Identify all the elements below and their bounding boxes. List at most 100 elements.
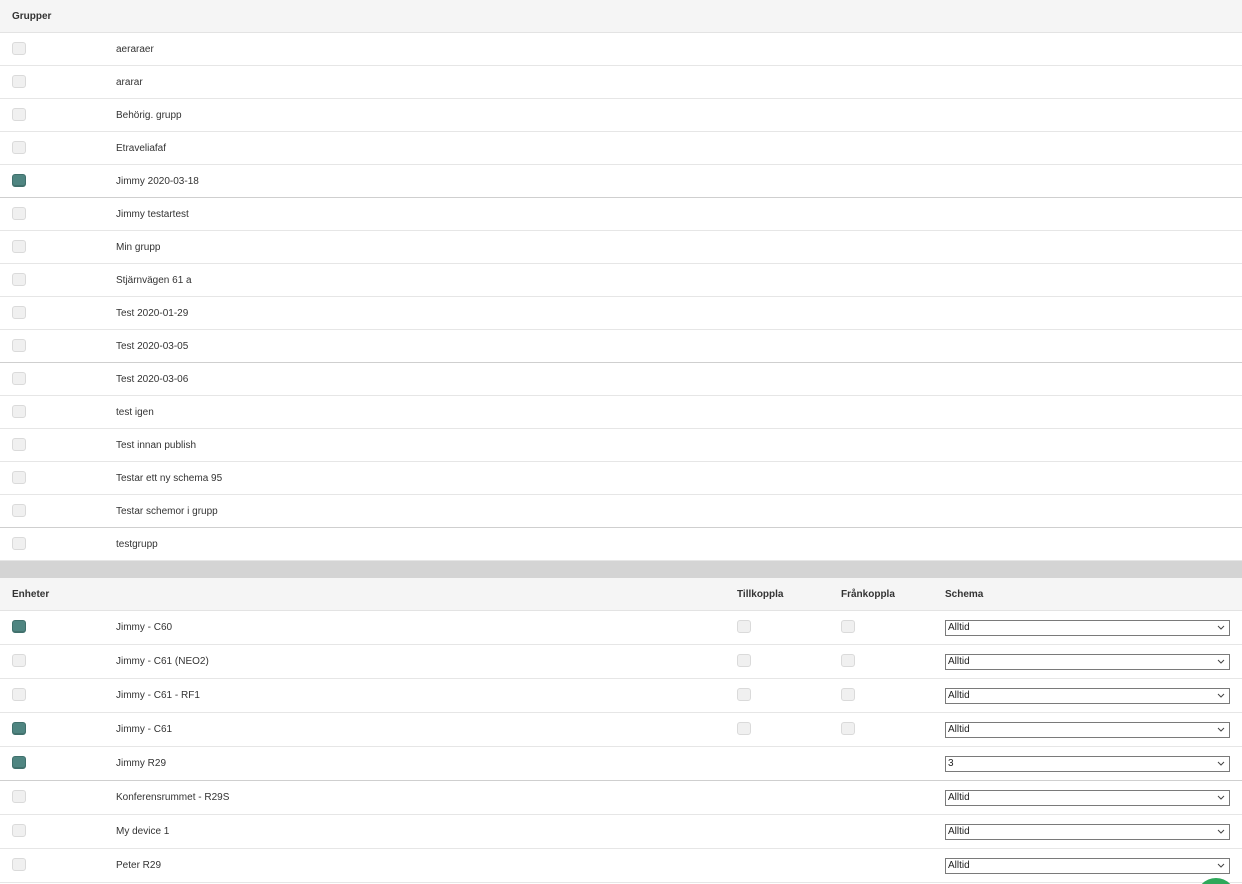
tillkoppla-checkbox[interactable] bbox=[737, 620, 751, 633]
device-row: Jimmy - C61 Alltid bbox=[0, 713, 1242, 747]
group-row: Behörig. grupp bbox=[0, 99, 1242, 132]
schema-select[interactable]: Alltid bbox=[945, 824, 1230, 840]
group-name: testgrupp bbox=[116, 539, 158, 550]
chevron-down-icon bbox=[1217, 761, 1225, 766]
group-checkbox[interactable] bbox=[12, 471, 26, 484]
schema-select[interactable]: Alltid bbox=[945, 858, 1230, 874]
devices-header: Enheter Tillkoppla Frånkoppla Schema bbox=[0, 578, 1242, 611]
schema-select[interactable]: Alltid bbox=[945, 722, 1230, 738]
device-row: Jimmy - C60 Alltid bbox=[0, 611, 1242, 645]
group-checkbox[interactable] bbox=[12, 108, 26, 121]
device-row: Jimmy - C61 - RF1 Alltid bbox=[0, 679, 1242, 713]
group-checkbox[interactable] bbox=[12, 405, 26, 418]
device-name: Jimmy - C60 bbox=[116, 622, 173, 633]
chevron-down-icon bbox=[1217, 795, 1225, 800]
device-row: Konferensrummet - R29S Alltid bbox=[0, 781, 1242, 815]
device-checkbox[interactable] bbox=[12, 756, 26, 769]
group-checkbox[interactable] bbox=[12, 75, 26, 88]
group-checkbox[interactable] bbox=[12, 207, 26, 220]
device-name: Jimmy - C61 bbox=[116, 724, 173, 735]
group-name: Test 2020-03-06 bbox=[116, 374, 189, 385]
device-name: Jimmy - C61 (NEO2) bbox=[116, 656, 209, 667]
frankoppla-checkbox[interactable] bbox=[841, 654, 855, 667]
group-row: Jimmy 2020-03-18 bbox=[0, 165, 1242, 198]
group-name: Test 2020-01-29 bbox=[116, 308, 189, 319]
group-checkbox[interactable] bbox=[12, 273, 26, 286]
device-checkbox[interactable] bbox=[12, 620, 26, 633]
group-row: Etraveliafaf bbox=[0, 132, 1242, 165]
group-name: Jimmy testartest bbox=[116, 209, 189, 220]
schema-value: Alltid bbox=[948, 860, 970, 871]
group-row: ararar bbox=[0, 66, 1242, 99]
device-row: My device 1 Alltid bbox=[0, 815, 1242, 849]
frankoppla-checkbox[interactable] bbox=[841, 722, 855, 735]
device-name: My device 1 bbox=[116, 826, 170, 837]
tillkoppla-checkbox[interactable] bbox=[737, 722, 751, 735]
group-name: Stjärnvägen 61 a bbox=[116, 275, 192, 286]
page: Grupper aeraraer ararar Behörig. grupp E… bbox=[0, 0, 1242, 884]
device-row: Jimmy R29 3 bbox=[0, 747, 1242, 781]
groups-header: Grupper bbox=[0, 0, 1242, 33]
group-row: aeraraer bbox=[0, 33, 1242, 66]
devices-header-label: Enheter bbox=[12, 589, 50, 600]
group-name: Etraveliafaf bbox=[116, 143, 167, 154]
group-row: Min grupp bbox=[0, 231, 1242, 264]
group-name: ararar bbox=[116, 77, 143, 88]
schema-select[interactable]: Alltid bbox=[945, 790, 1230, 806]
tillkoppla-checkbox[interactable] bbox=[737, 654, 751, 667]
group-row: Test 2020-01-29 bbox=[0, 297, 1242, 330]
schema-select[interactable]: Alltid bbox=[945, 688, 1230, 704]
chevron-down-icon bbox=[1217, 727, 1225, 732]
group-row: Testar ett ny schema 95 bbox=[0, 462, 1242, 495]
frankoppla-header: Frånkoppla bbox=[841, 589, 895, 600]
section-divider bbox=[0, 561, 1242, 578]
device-name: Jimmy - C61 - RF1 bbox=[116, 690, 200, 701]
group-checkbox[interactable] bbox=[12, 42, 26, 55]
device-checkbox[interactable] bbox=[12, 858, 26, 871]
group-row: Stjärnvägen 61 a bbox=[0, 264, 1242, 297]
device-name: Peter R29 bbox=[116, 860, 162, 871]
group-checkbox[interactable] bbox=[12, 537, 26, 550]
group-row: Test 2020-03-05 bbox=[0, 330, 1242, 363]
tillkoppla-header: Tillkoppla bbox=[737, 589, 784, 600]
tillkoppla-checkbox[interactable] bbox=[737, 688, 751, 701]
device-name: Jimmy R29 bbox=[116, 758, 167, 769]
frankoppla-checkbox[interactable] bbox=[841, 620, 855, 633]
group-name: Testar schemor i grupp bbox=[116, 506, 218, 517]
device-checkbox[interactable] bbox=[12, 688, 26, 701]
device-checkbox[interactable] bbox=[12, 824, 26, 837]
group-checkbox[interactable] bbox=[12, 372, 26, 385]
group-name: Behörig. grupp bbox=[116, 110, 182, 121]
group-row: test igen bbox=[0, 396, 1242, 429]
chevron-down-icon bbox=[1217, 693, 1225, 698]
group-checkbox[interactable] bbox=[12, 141, 26, 154]
schema-value: Alltid bbox=[948, 690, 970, 701]
device-checkbox[interactable] bbox=[12, 790, 26, 803]
schema-select[interactable]: Alltid bbox=[945, 620, 1230, 636]
schema-value: Alltid bbox=[948, 724, 970, 735]
group-name: Jimmy 2020-03-18 bbox=[116, 176, 199, 187]
chevron-down-icon bbox=[1217, 659, 1225, 664]
device-name: Konferensrummet - R29S bbox=[116, 792, 230, 803]
group-checkbox[interactable] bbox=[12, 174, 26, 187]
schema-select[interactable]: 3 bbox=[945, 756, 1230, 772]
device-checkbox[interactable] bbox=[12, 654, 26, 667]
group-checkbox[interactable] bbox=[12, 339, 26, 352]
group-checkbox[interactable] bbox=[12, 306, 26, 319]
group-checkbox[interactable] bbox=[12, 240, 26, 253]
schema-value: Alltid bbox=[948, 656, 970, 667]
group-name: Min grupp bbox=[116, 242, 161, 253]
frankoppla-checkbox[interactable] bbox=[841, 688, 855, 701]
group-checkbox[interactable] bbox=[12, 438, 26, 451]
group-name: aeraraer bbox=[116, 44, 154, 55]
group-name: Test innan publish bbox=[116, 440, 197, 451]
group-name: Test 2020-03-05 bbox=[116, 341, 189, 352]
group-row: Test innan publish bbox=[0, 429, 1242, 462]
device-checkbox[interactable] bbox=[12, 722, 26, 735]
schema-select[interactable]: Alltid bbox=[945, 654, 1230, 670]
group-row: Testar schemor i grupp bbox=[0, 495, 1242, 528]
schema-value: Alltid bbox=[948, 826, 970, 837]
group-checkbox[interactable] bbox=[12, 504, 26, 517]
device-row: Jimmy - C61 (NEO2) Alltid bbox=[0, 645, 1242, 679]
device-row: Peter R29 Alltid bbox=[0, 849, 1242, 883]
